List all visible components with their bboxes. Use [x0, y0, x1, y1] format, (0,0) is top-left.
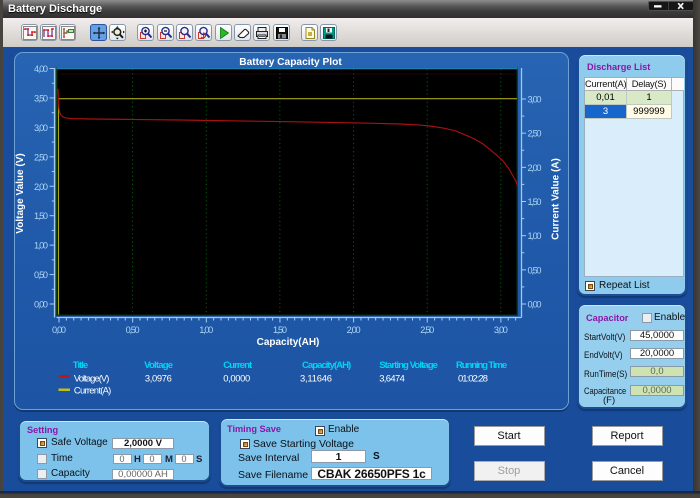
svg-text:Capacity(AH): Capacity(AH)	[257, 337, 320, 348]
svg-text:3,00: 3,00	[494, 325, 508, 335]
svg-text:1,50: 1,50	[528, 197, 542, 207]
svg-text:0,0000: 0,0000	[223, 373, 250, 384]
svg-text:2,00: 2,00	[528, 163, 542, 173]
svg-text:1,00: 1,00	[528, 231, 542, 241]
svg-text:0,00: 0,00	[528, 300, 542, 310]
svg-text:3,0976: 3,0976	[145, 373, 172, 384]
svg-text:2,50: 2,50	[420, 325, 434, 335]
svg-text:0,00: 0,00	[52, 325, 66, 335]
svg-text:Starting Voltage: Starting Voltage	[379, 360, 438, 371]
svg-text:3,50: 3,50	[34, 93, 48, 103]
svg-text:0,50: 0,50	[126, 325, 140, 335]
svg-text:1,00: 1,00	[34, 241, 48, 251]
svg-text:3,6474: 3,6474	[379, 373, 405, 384]
svg-text:3,11646: 3,11646	[300, 373, 332, 384]
svg-text:2,00: 2,00	[347, 325, 361, 335]
svg-text:Voltage(V): Voltage(V)	[74, 373, 110, 384]
svg-text:01:02:28: 01:02:28	[458, 373, 488, 384]
svg-text:0,50: 0,50	[34, 270, 48, 280]
svg-text:4,00: 4,00	[34, 64, 48, 74]
svg-text:Voltage: Voltage	[144, 360, 173, 371]
svg-text:Battery Capacity Plot: Battery Capacity Plot	[239, 57, 342, 68]
svg-text:0,50: 0,50	[528, 265, 542, 275]
svg-text:Voltage Value (V): Voltage Value (V)	[15, 153, 26, 233]
svg-text:1,50: 1,50	[34, 211, 48, 221]
svg-text:Title: Title	[73, 360, 88, 371]
svg-text:3,00: 3,00	[34, 123, 48, 133]
svg-text:2,50: 2,50	[528, 129, 542, 139]
svg-text:1,00: 1,00	[199, 325, 213, 335]
svg-text:3,00: 3,00	[528, 95, 542, 105]
svg-text:Current(A): Current(A)	[74, 385, 111, 396]
svg-text:0,00: 0,00	[34, 300, 48, 310]
svg-text:Current Value (A): Current Value (A)	[551, 158, 562, 240]
svg-text:Capacity(AH): Capacity(AH)	[302, 360, 351, 371]
svg-text:2,50: 2,50	[34, 152, 48, 162]
svg-text:1,50: 1,50	[273, 325, 287, 335]
svg-text:Current: Current	[223, 360, 253, 371]
svg-text:2,00: 2,00	[34, 182, 48, 192]
svg-text:Running Time: Running Time	[456, 360, 507, 371]
